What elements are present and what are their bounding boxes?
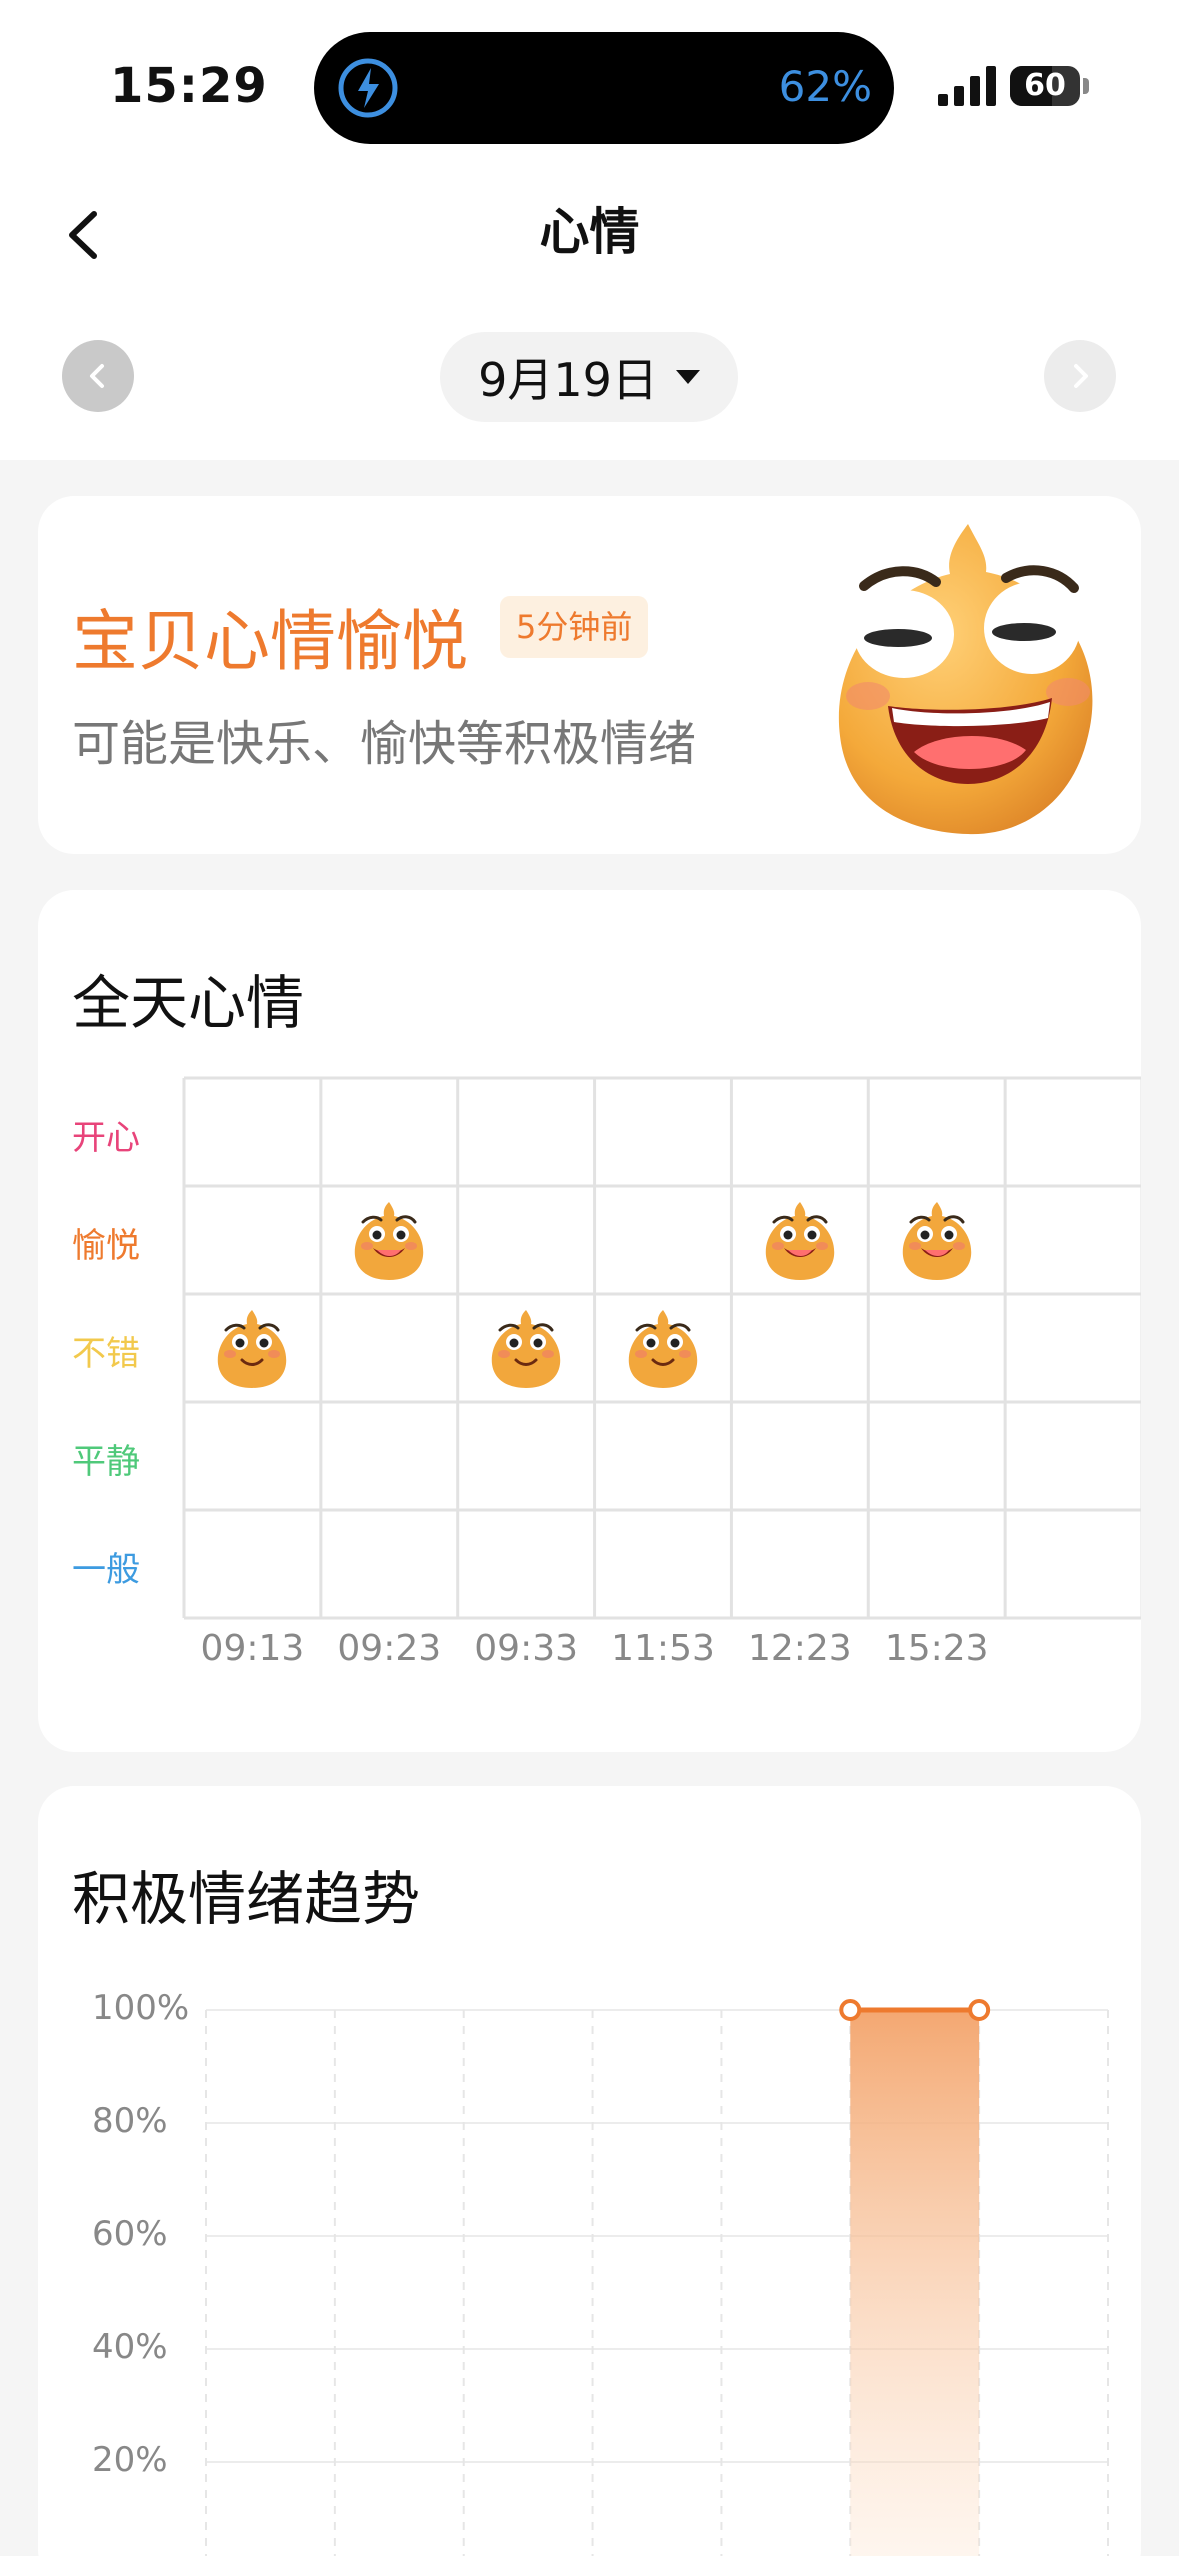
time-axis-label: 11:53	[611, 1628, 715, 1669]
battery-level: 60	[1024, 68, 1066, 103]
trend-point[interactable]	[839, 1999, 862, 2021]
mood-mascot-icon[interactable]	[758, 1198, 842, 1282]
mood-mascot-icon[interactable]	[210, 1306, 294, 1390]
daily-mood-card: 全天心情 开心 愉悦 不错 平静 一般 09:13 09:23 09:33 11:53 12:2…	[38, 890, 1141, 1752]
time-axis-label: 09:13	[200, 1628, 305, 1669]
time-axis-label: 09:33	[474, 1628, 579, 1669]
mood-mascot-icon[interactable]	[895, 1198, 979, 1282]
happy-mascot-icon	[838, 524, 1093, 835]
mood-title: 宝贝心情愉悦	[72, 603, 468, 680]
date-selector[interactable]: 9月19日	[440, 332, 738, 422]
time-axis-label: 09:23	[337, 1628, 442, 1669]
status-time: 15:29	[110, 58, 268, 114]
mood-mascot-icon[interactable]	[621, 1306, 705, 1390]
updated-time-badge: 5分钟前	[500, 596, 649, 658]
mood-description: 可能是快乐、愉快等积极情绪	[72, 716, 697, 772]
trend-point[interactable]	[968, 1999, 991, 2021]
trend-chart	[205, 1999, 1109, 2556]
caret-down-icon	[675, 370, 700, 384]
trend-area	[850, 2010, 980, 2556]
positive-trend-card: 积极情绪趋势 100% 80% 60% 40% 20%	[38, 1786, 1141, 2556]
selected-date: 9月19日	[478, 353, 658, 407]
chevron-left-icon	[90, 364, 104, 388]
time-axis-label: 12:23	[747, 1628, 852, 1669]
previous-day-button[interactable]	[62, 340, 134, 412]
next-day-button[interactable]	[1044, 340, 1116, 412]
battery-cap	[1083, 78, 1089, 94]
charging-icon	[338, 58, 398, 118]
mood-mascot-icon[interactable]	[347, 1198, 431, 1282]
battery-icon: 60	[1010, 66, 1080, 106]
page-title: 心情	[539, 203, 640, 261]
dynamic-island: 62%	[314, 32, 894, 144]
cellular-signal-icon	[938, 66, 996, 106]
battery-charge-percent: 62%	[778, 62, 872, 111]
chevron-right-icon	[1074, 364, 1088, 388]
mood-mascot-icon[interactable]	[484, 1306, 568, 1390]
page-header: 心情 9月19日	[0, 160, 1179, 460]
mood-summary-card: 宝贝心情愉悦 5分钟前 可能是快乐、愉快等积极情绪	[38, 496, 1141, 854]
status-bar: 15:29 62% 60	[0, 0, 1179, 160]
mood-grid	[182, 1076, 1141, 1620]
time-axis-label: 15:23	[884, 1628, 989, 1669]
